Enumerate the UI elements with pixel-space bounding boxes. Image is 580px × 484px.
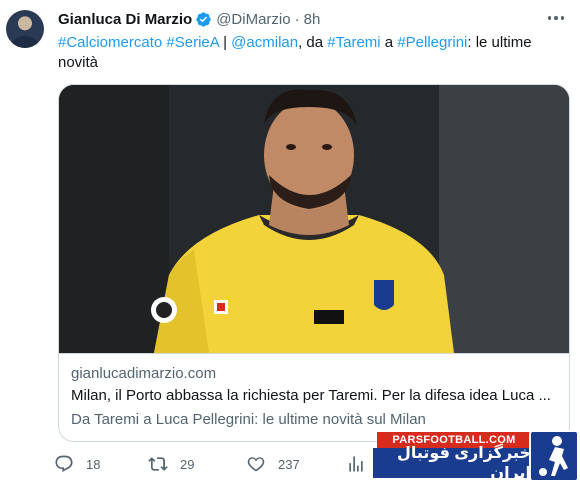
author-avatar[interactable] [6, 10, 44, 48]
text-segment: a [380, 34, 398, 51]
hashtag-link[interactable]: #Taremi [327, 34, 380, 51]
link-preview-card[interactable]: gianlucadimarzio.com Milan, il Porto abb… [58, 84, 570, 442]
separator-dot: · [294, 10, 300, 28]
verified-badge-icon [196, 11, 211, 27]
text-segment: , da [298, 34, 328, 51]
author-handle[interactable]: @DiMarzio [216, 11, 290, 28]
hashtag-link[interactable]: #Pellegrini [397, 34, 467, 51]
reply-count: 18 [86, 456, 101, 472]
like-icon [247, 457, 265, 472]
like-count: 237 [278, 456, 300, 472]
more-icon[interactable] [544, 8, 568, 28]
watermark-logo [529, 430, 579, 482]
hashtag-link[interactable]: #Calciomercato [58, 34, 162, 51]
reply-button[interactable]: 18 [54, 454, 100, 474]
watermark-slogan: خبرگزاری فوتبال ایران [373, 445, 531, 482]
hashtag-link[interactable]: #SerieA [166, 34, 219, 51]
mention-link[interactable]: @acmilan [231, 34, 298, 51]
card-image[interactable] [59, 85, 569, 353]
card-domain: gianlucadimarzio.com [71, 365, 217, 382]
card-title[interactable]: Milan, il Porto abbassa la richiesta per… [71, 386, 559, 406]
retweet-button[interactable]: 29 [148, 454, 194, 474]
views-icon [349, 456, 363, 472]
views-button[interactable] [346, 454, 366, 474]
retweet-icon [148, 457, 168, 471]
card-body[interactable]: gianlucadimarzio.com Milan, il Porto abb… [59, 353, 569, 441]
retweet-count: 29 [180, 456, 195, 472]
tweet-header: Gianluca Di Marzio @DiMarzio · 8h [58, 9, 320, 29]
card-description: Da Taremi a Luca Pellegrini: le ultime n… [71, 411, 426, 428]
author-name[interactable]: Gianluca Di Marzio [58, 11, 192, 28]
player-photo [59, 85, 569, 353]
like-button[interactable]: 237 [246, 454, 300, 474]
watermark-banner: PARSFOOTBALL.COM خبرگزاری فوتبال ایران [373, 430, 580, 484]
reply-icon [55, 455, 73, 472]
tweet-text: #Calciomercato #SerieA | @acmilan, da #T… [58, 33, 558, 73]
text-segment: | [218, 34, 232, 51]
tweet-time[interactable]: 8h [304, 11, 321, 28]
